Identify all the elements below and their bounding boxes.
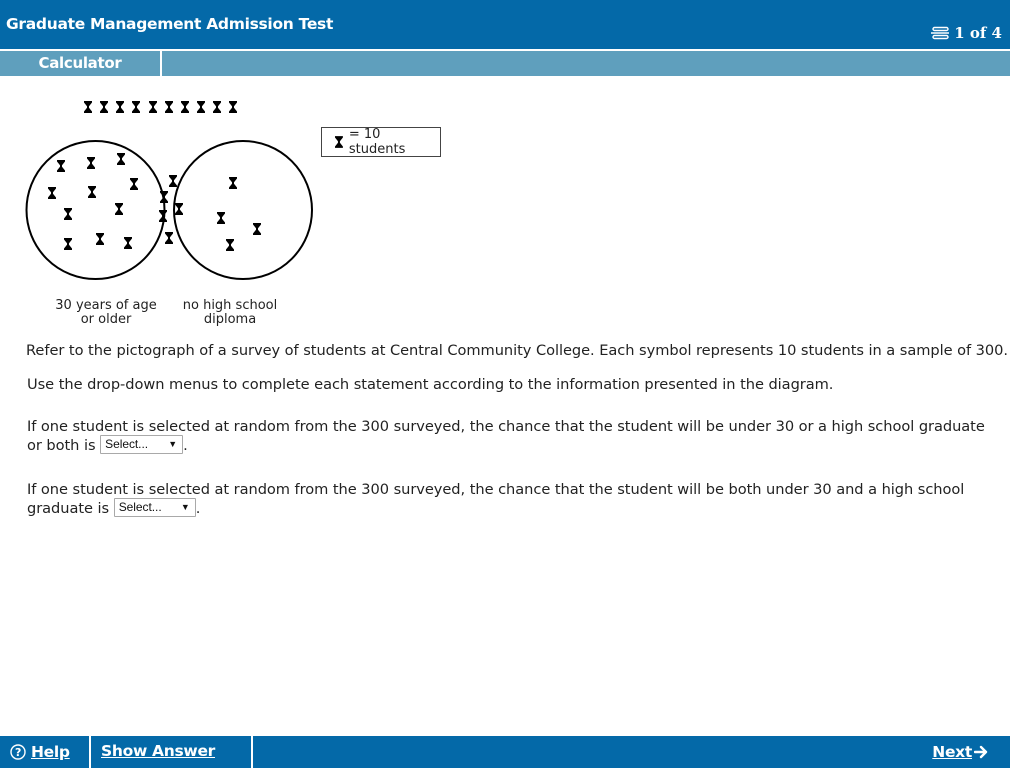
dropdown-arrow-icon: ▼ <box>180 502 190 512</box>
student-symbol-outside-both <box>181 101 189 113</box>
left-set-label-line1: 30 years of age <box>55 298 157 313</box>
toolbar: Calculator <box>0 51 1010 76</box>
dropdown-arrow-icon: ▼ <box>168 439 178 449</box>
help-circle-icon: ? <box>10 744 26 760</box>
student-symbol-outside-both <box>84 101 92 113</box>
question-1: If one student is selected at random fro… <box>27 417 987 455</box>
student-symbol-left-only <box>96 233 104 245</box>
counter-text: 1 of 4 <box>954 24 1002 42</box>
arrow-right-icon <box>974 745 988 759</box>
footer-divider <box>251 736 253 768</box>
student-symbol-outside-both <box>213 101 221 113</box>
left-set-label: 30 years of age or older <box>50 299 162 327</box>
right-set-label-line2: diploma <box>203 312 257 327</box>
question-counter: 1 of 4 <box>930 24 1002 42</box>
question-1-dropdown-value: Select... <box>105 437 149 451</box>
calculator-button[interactable]: Calculator <box>0 51 160 76</box>
right-set-label: no high school diploma <box>175 299 285 327</box>
footer-divider <box>89 736 91 768</box>
next-label: Next <box>932 742 972 761</box>
instructions-text: Use the drop-down menus to complete each… <box>27 376 834 393</box>
student-symbol-outside-both <box>116 101 124 113</box>
student-symbol-outside-both <box>165 101 173 113</box>
legend-text: = 10 students <box>348 127 406 157</box>
question-1-suffix: . <box>183 437 188 454</box>
student-symbol-outside-both <box>149 101 157 113</box>
question-2-dropdown-value: Select... <box>118 500 162 514</box>
student-symbol-outside-both <box>229 101 237 113</box>
header-bar: Graduate Management Admission Test 1 of … <box>0 0 1010 49</box>
student-symbol-left-only <box>64 238 72 250</box>
venn-pictograph <box>25 101 313 280</box>
student-symbol-outside-both <box>100 101 108 113</box>
right-set-label-line1: no high school <box>182 298 278 313</box>
student-symbol-left-only <box>115 203 123 215</box>
student-symbol-left-only <box>88 186 96 198</box>
student-symbol-both <box>159 210 167 222</box>
student-symbol-right-only <box>226 239 234 251</box>
question-1-dropdown[interactable]: Select... ▼ <box>100 435 184 454</box>
student-symbol-left-only <box>124 237 132 249</box>
question-2-dropdown[interactable]: Select... ▼ <box>113 498 196 517</box>
app-title: Graduate Management Admission Test <box>6 15 334 33</box>
next-button[interactable]: Next <box>932 736 988 768</box>
hourglass-icon <box>334 136 343 148</box>
left-set-label-line2: or older <box>80 312 132 327</box>
question-2: If one student is selected at random fro… <box>27 480 987 518</box>
student-symbol-both <box>160 191 168 203</box>
help-button[interactable]: ? Help <box>10 736 70 768</box>
student-symbol-outside-both <box>132 101 140 113</box>
student-symbol-both <box>175 203 183 215</box>
question-2-suffix: . <box>195 500 201 517</box>
student-symbol-both <box>165 232 173 244</box>
intro-text: Refer to the pictograph of a survey of s… <box>26 342 1008 359</box>
right-set-circle <box>173 140 313 280</box>
student-symbol-both <box>169 175 177 187</box>
left-set-circle <box>25 140 166 280</box>
show-answer-button[interactable]: Show Answer <box>101 736 215 768</box>
footer-bar: ? Help Show Answer Next <box>0 736 1010 768</box>
toolbar-divider <box>160 51 162 76</box>
student-symbol-outside-both <box>197 101 205 113</box>
student-symbol-right-only <box>229 177 237 189</box>
pictograph-legend: = 10 students <box>321 127 441 157</box>
student-symbol-right-only <box>253 223 261 235</box>
student-symbol-left-only <box>57 160 65 172</box>
svg-text:?: ? <box>15 746 21 759</box>
list-icon <box>930 26 950 40</box>
student-symbol-left-only <box>130 178 138 190</box>
student-symbol-left-only <box>64 208 72 220</box>
student-symbol-left-only <box>48 187 56 199</box>
show-answer-label: Show Answer <box>101 742 215 760</box>
student-symbol-right-only <box>217 212 225 224</box>
student-symbol-left-only <box>117 153 125 165</box>
help-label: Help <box>31 742 70 761</box>
student-symbol-left-only <box>87 157 95 169</box>
